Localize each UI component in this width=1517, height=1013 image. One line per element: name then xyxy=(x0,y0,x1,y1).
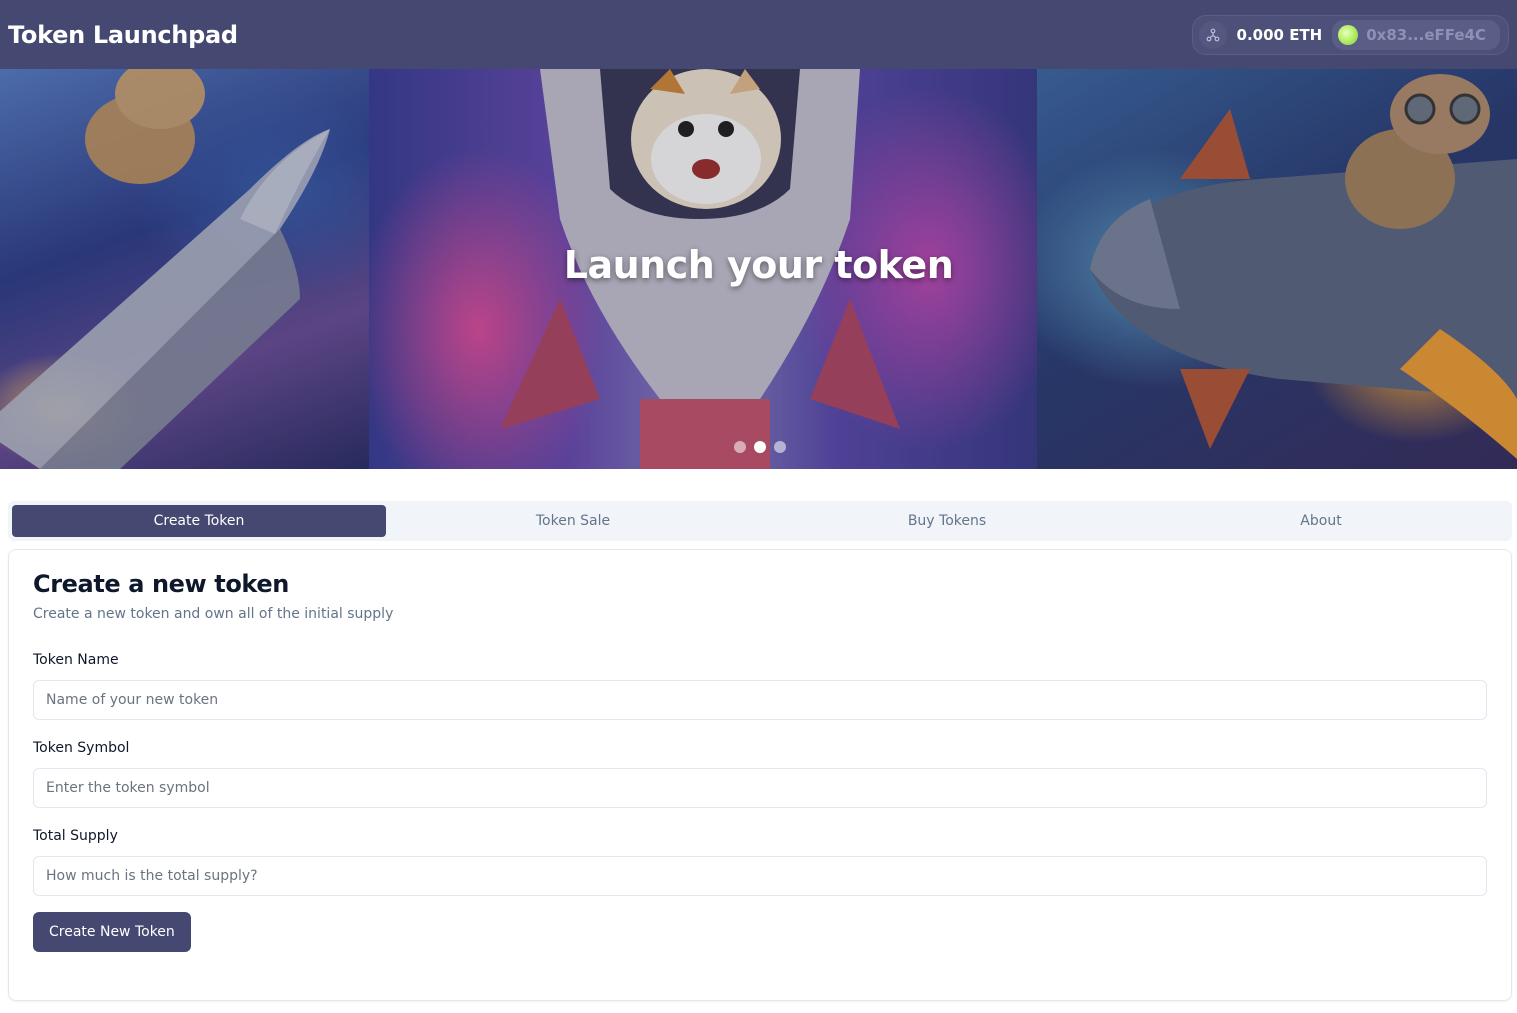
main-tabs: Create Token Token Sale Buy Tokens About xyxy=(8,501,1512,541)
create-token-card: Create a new token Create a new token an… xyxy=(8,549,1512,1001)
hero-title: Launch your token xyxy=(563,243,954,287)
carousel-dot-1[interactable] xyxy=(734,441,746,453)
token-symbol-label: Token Symbol xyxy=(33,740,130,756)
account-button[interactable]: 0x83...eFFe4C xyxy=(1332,19,1500,50)
hero-carousel: Launch your token xyxy=(0,69,1517,469)
top-navbar: Token Launchpad 0.000 ETH 0x83...eFFe4C xyxy=(0,0,1517,69)
tab-token-sale[interactable]: Token Sale xyxy=(386,505,760,537)
account-avatar-icon xyxy=(1338,24,1359,45)
wallet-widget: 0.000 ETH 0x83...eFFe4C xyxy=(1191,14,1509,55)
carousel-dot-3[interactable] xyxy=(774,441,786,453)
token-name-label: Token Name xyxy=(33,652,119,668)
carousel-dots xyxy=(734,441,786,453)
carousel-dot-2[interactable] xyxy=(754,441,766,453)
token-symbol-input[interactable] xyxy=(33,768,1487,808)
tab-about[interactable]: About xyxy=(1134,505,1508,537)
token-name-input[interactable] xyxy=(33,680,1487,720)
card-title: Create a new token xyxy=(33,570,289,598)
total-supply-label: Total Supply xyxy=(33,828,118,844)
network-icon[interactable] xyxy=(1198,20,1227,49)
card-description: Create a new token and own all of the in… xyxy=(33,606,394,622)
create-new-token-button[interactable]: Create New Token xyxy=(33,912,191,952)
tab-create-token[interactable]: Create Token xyxy=(12,505,386,537)
tab-buy-tokens[interactable]: Buy Tokens xyxy=(760,505,1134,537)
wallet-balance[interactable]: 0.000 ETH xyxy=(1233,26,1327,44)
account-address: 0x83...eFFe4C xyxy=(1366,25,1486,44)
app-title: Token Launchpad xyxy=(8,20,238,49)
total-supply-input[interactable] xyxy=(33,856,1487,896)
